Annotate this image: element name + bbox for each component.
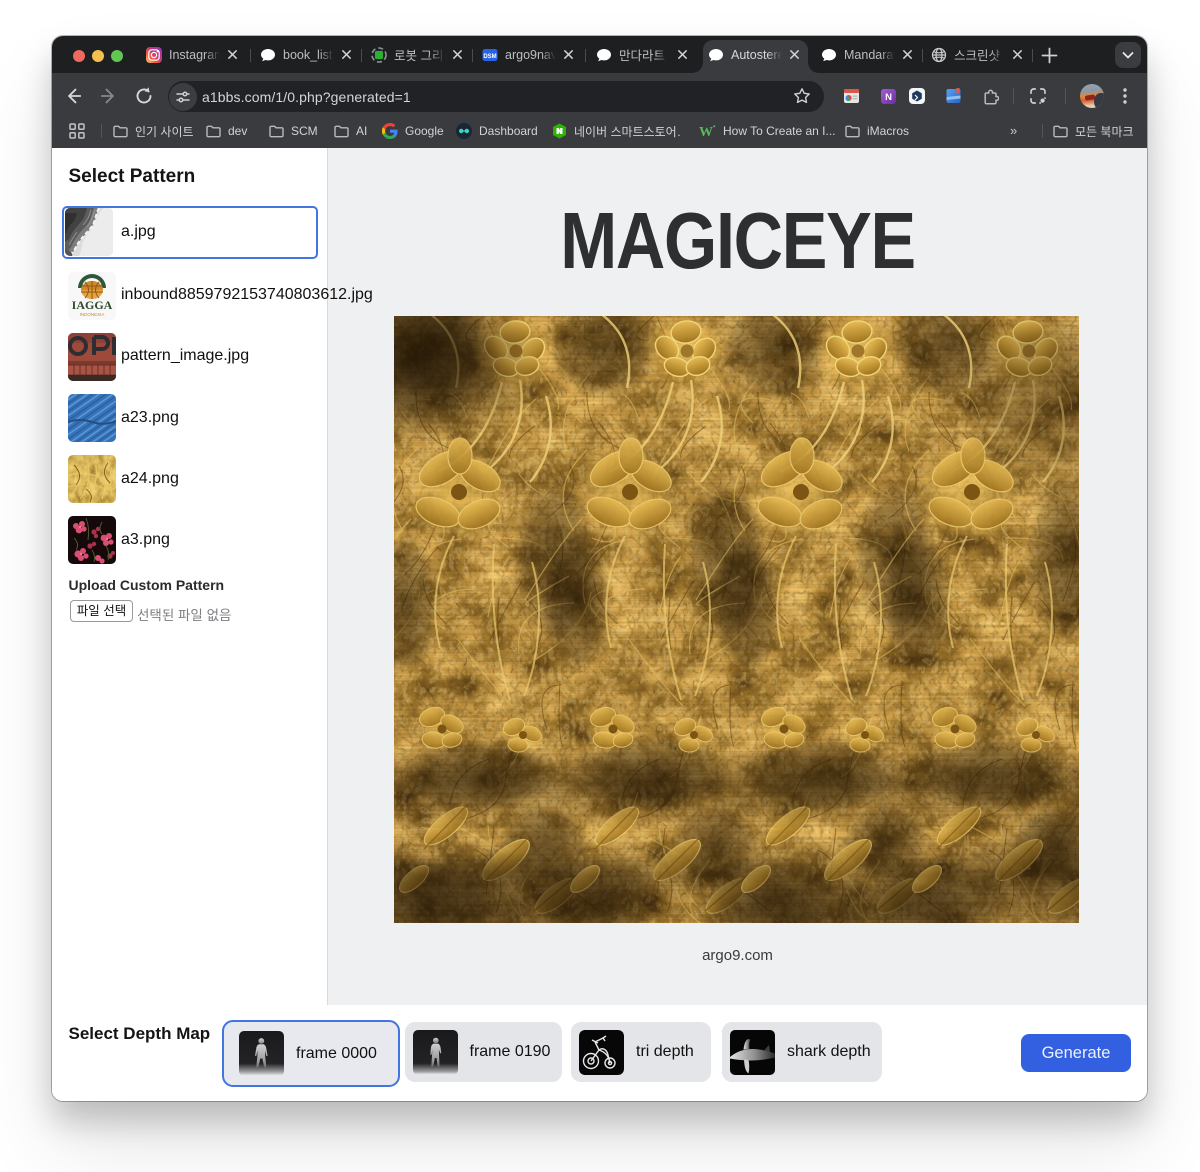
svg-text:INDONESIA: INDONESIA (79, 312, 104, 317)
svg-text:W: W (699, 125, 713, 138)
svg-text:N: N (885, 92, 892, 103)
svg-text:IAGGA: IAGGA (71, 298, 112, 312)
svg-text:DSM: DSM (483, 53, 496, 59)
